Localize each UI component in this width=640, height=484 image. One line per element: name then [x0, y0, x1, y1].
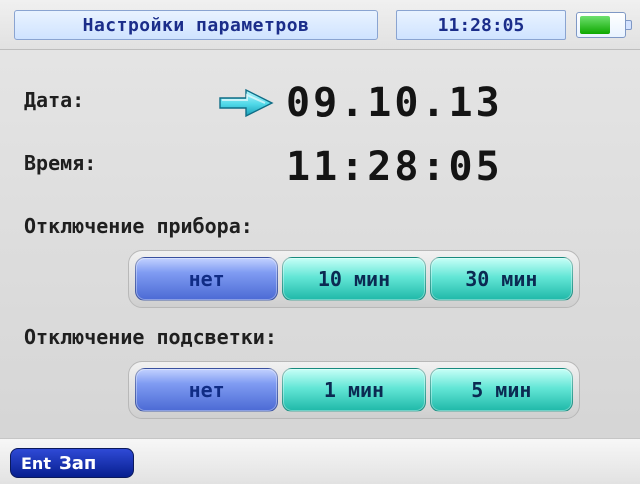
device-shutdown-option-10min[interactable]: 10 мин: [282, 257, 426, 301]
save-button[interactable]: Ent Зап: [10, 448, 134, 478]
backlight-shutdown-option-none[interactable]: нет: [135, 368, 279, 412]
enter-key-label: Ent: [21, 453, 51, 473]
device-shutdown-option-none[interactable]: нет: [135, 257, 279, 301]
backlight-shutdown-option-5min[interactable]: 5 мин: [429, 368, 573, 412]
save-action-label: Зап: [58, 452, 97, 474]
backlight-shutdown-segmented-control: нет 1 мин 5 мин: [128, 361, 580, 419]
date-label: Дата:: [24, 88, 85, 112]
device-shutdown-label: Отключение прибора:: [24, 214, 253, 238]
settings-screen: Настройки параметров 11:28:05 Дата: 09.1…: [0, 0, 640, 484]
backlight-shutdown-label: Отключение подсветки:: [24, 325, 277, 349]
battery-tip-icon: [626, 20, 632, 30]
header-time: 11:28:05: [396, 10, 566, 40]
device-shutdown-segmented-control: нет 10 мин 30 мин: [128, 250, 580, 308]
device-shutdown-option-30min[interactable]: 30 мин: [429, 257, 573, 301]
time-value[interactable]: 11:28:05: [286, 144, 503, 190]
time-label: Время:: [24, 151, 97, 175]
header-bar: Настройки параметров 11:28:05: [0, 0, 640, 50]
backlight-shutdown-option-1min[interactable]: 1 мин: [282, 368, 426, 412]
battery-icon: [576, 12, 626, 38]
battery-level-fill: [580, 16, 611, 34]
arrow-right-icon: [219, 88, 274, 118]
page-title: Настройки параметров: [14, 10, 378, 40]
date-value[interactable]: 09.10.13: [286, 80, 503, 126]
